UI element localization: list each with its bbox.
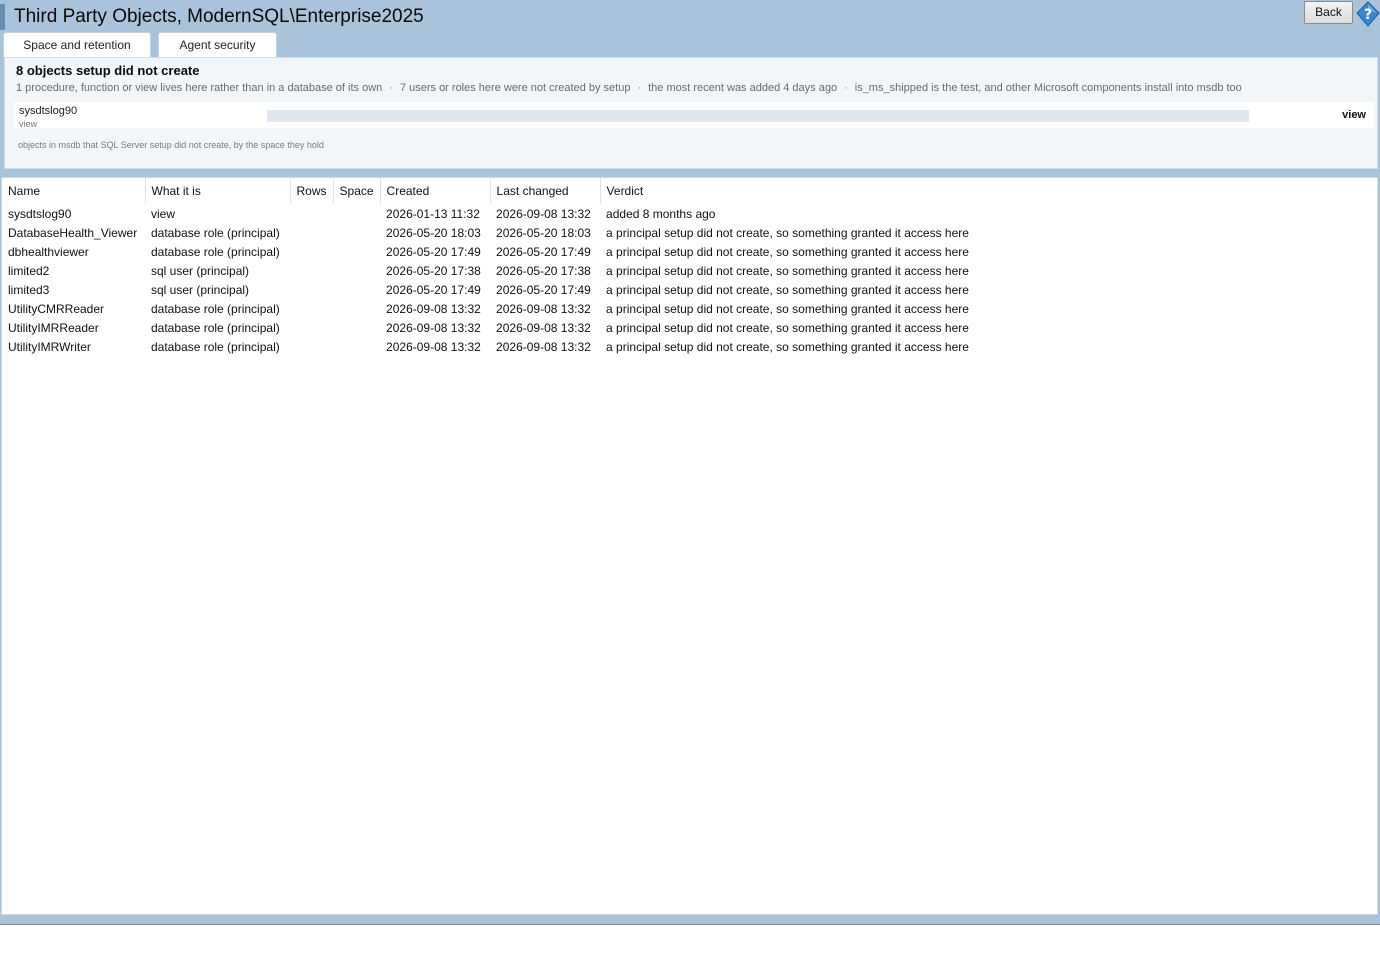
cell-name: limited3 bbox=[8, 282, 50, 297]
cell-created: 2026-05-20 18:03 bbox=[386, 225, 481, 240]
cell-verdict: a principal setup did not create, so som… bbox=[606, 339, 969, 354]
cell-what-it-is: database role (principal) bbox=[151, 301, 280, 316]
cell-last-changed: 2026-09-08 13:32 bbox=[496, 301, 591, 316]
column-header-last-changed[interactable]: Last changed bbox=[490, 178, 601, 204]
cell-rows bbox=[290, 242, 333, 261]
table-row[interactable]: UtilityIMRWriter database role (principal… bbox=[2, 337, 975, 356]
space-bar-type-tag: view bbox=[1342, 109, 1366, 121]
svg-text:?: ? bbox=[1364, 7, 1372, 23]
cell-what-it-is: database role (principal) bbox=[151, 320, 280, 335]
fact-separator: · bbox=[389, 82, 393, 94]
back-button[interactable]: Back bbox=[1304, 1, 1353, 24]
table-row[interactable]: sysdtslog90 view 2026-01-13 11:32 2026-09-0… bbox=[2, 204, 975, 223]
cell-what-it-is: database role (principal) bbox=[151, 244, 280, 259]
table-header-row: Name What it is Rows Space Created Last … bbox=[2, 178, 975, 204]
cell-created: 2026-05-20 17:49 bbox=[386, 282, 481, 297]
help-question-icon[interactable]: ? bbox=[1356, 1, 1380, 27]
cell-last-changed: 2026-09-08 13:32 bbox=[496, 339, 591, 354]
objects-table: Name What it is Rows Space Created Last … bbox=[2, 178, 975, 356]
summary-heading: 8 objects setup did not create bbox=[16, 63, 200, 78]
column-header-name[interactable]: Name bbox=[2, 178, 146, 204]
cell-name: dbhealthviewer bbox=[8, 244, 89, 259]
objects-grid: Name What it is Rows Space Created Last … bbox=[1, 177, 1378, 915]
space-bar-object-name: sysdtslog90 bbox=[19, 105, 78, 117]
space-bar-row[interactable]: sysdtslog90 view view bbox=[14, 102, 1374, 129]
space-bar-track bbox=[267, 110, 1249, 122]
cell-rows bbox=[290, 223, 333, 242]
cell-name: sysdtslog90 bbox=[8, 206, 72, 221]
cell-last-changed: 2026-05-20 17:38 bbox=[496, 263, 591, 278]
cell-created: 2026-09-08 13:32 bbox=[386, 301, 481, 316]
cell-verdict: a principal setup did not create, so som… bbox=[606, 263, 969, 278]
column-header-created[interactable]: Created bbox=[380, 178, 491, 204]
summary-facts: 1 procedure, function or view lives here… bbox=[16, 82, 1242, 94]
window-title: Third Party Objects, ModernSQL\Enterpris… bbox=[14, 6, 424, 27]
cell-rows bbox=[290, 280, 333, 299]
bottom-divider bbox=[0, 924, 1380, 925]
cell-what-it-is: database role (principal) bbox=[151, 339, 280, 354]
cell-last-changed: 2026-05-20 18:03 bbox=[496, 225, 591, 240]
title-accent-bar bbox=[0, 4, 5, 30]
cell-space bbox=[333, 261, 380, 280]
cell-verdict: a principal setup did not create, so som… bbox=[606, 225, 969, 240]
cell-last-changed: 2026-09-08 13:32 bbox=[496, 320, 591, 335]
table-row[interactable]: UtilityCMRReader database role (principal… bbox=[2, 299, 975, 318]
tab-agent-security[interactable]: Agent security bbox=[158, 32, 277, 57]
cell-verdict: added 8 months ago bbox=[606, 206, 716, 221]
column-header-space[interactable]: Space bbox=[333, 178, 381, 204]
table-row[interactable]: limited2 sql user (principal) 2026-05-20 1… bbox=[2, 261, 975, 280]
cell-what-it-is: sql user (principal) bbox=[151, 282, 250, 297]
cell-last-changed: 2026-05-20 17:49 bbox=[496, 244, 591, 259]
fact-most-recent: the most recent was added 4 days ago bbox=[648, 82, 838, 94]
cell-verdict: a principal setup did not create, so som… bbox=[606, 320, 969, 335]
cell-space bbox=[333, 242, 380, 261]
cell-name: UtilityIMRWriter bbox=[8, 339, 91, 354]
cell-created: 2026-09-08 13:32 bbox=[386, 320, 481, 335]
cell-space bbox=[333, 280, 380, 299]
cell-last-changed: 2026-05-20 17:49 bbox=[496, 282, 591, 297]
fact-separator: · bbox=[637, 82, 642, 94]
cell-space bbox=[333, 299, 380, 318]
fact-procedures: 1 procedure, function or view lives here… bbox=[16, 82, 383, 94]
fact-ms-shipped: is_ms_shipped is the test, and other Mic… bbox=[854, 82, 1242, 94]
cell-rows bbox=[290, 204, 333, 223]
cell-rows bbox=[290, 299, 333, 318]
table-row[interactable]: DatabaseHealth_Viewer database role (prin… bbox=[2, 223, 975, 242]
cell-created: 2026-05-20 17:49 bbox=[386, 244, 481, 259]
cell-name: DatabaseHealth_Viewer bbox=[8, 225, 138, 240]
table-row[interactable]: dbhealthviewer database role (principal) 2… bbox=[2, 242, 975, 261]
cell-name: UtilityCMRReader bbox=[8, 301, 105, 316]
cell-last-changed: 2026-09-08 13:32 bbox=[496, 206, 591, 221]
cell-what-it-is: sql user (principal) bbox=[151, 263, 250, 278]
cell-what-it-is: database role (principal) bbox=[151, 225, 280, 240]
space-bar-object-kind: view bbox=[19, 119, 38, 129]
fact-principals: 7 users or roles here were not created b… bbox=[399, 82, 631, 94]
column-header-verdict[interactable]: Verdict bbox=[600, 178, 975, 204]
cell-created: 2026-01-13 11:32 bbox=[386, 206, 480, 221]
cell-rows bbox=[290, 337, 333, 356]
cell-verdict: a principal setup did not create, so som… bbox=[606, 282, 969, 297]
fact-separator: · bbox=[844, 82, 848, 94]
space-bar-caption: objects in msdb that SQL Server setup di… bbox=[18, 140, 324, 150]
objects-table-body: sysdtslog90 view 2026-01-13 11:32 2026-09-0… bbox=[2, 204, 975, 356]
column-header-what-it-is[interactable]: What it is bbox=[145, 178, 291, 204]
cell-rows bbox=[290, 318, 333, 337]
cell-space bbox=[333, 204, 380, 223]
cell-name: limited2 bbox=[8, 263, 50, 278]
table-row[interactable]: limited3 sql user (principal) 2026-05-20 1… bbox=[2, 280, 975, 299]
cell-created: 2026-09-08 13:32 bbox=[386, 339, 481, 354]
cell-space bbox=[333, 337, 380, 356]
table-row[interactable]: UtilityIMRReader database role (principal… bbox=[2, 318, 975, 337]
cell-verdict: a principal setup did not create, so som… bbox=[606, 301, 969, 316]
cell-space bbox=[333, 223, 380, 242]
column-header-rows[interactable]: Rows bbox=[290, 178, 334, 204]
cell-what-it-is: view bbox=[151, 206, 176, 221]
cell-verdict: a principal setup did not create, so som… bbox=[606, 244, 969, 259]
summary-panel: 8 objects setup did not create 1 procedu… bbox=[4, 57, 1378, 169]
cell-rows bbox=[290, 261, 333, 280]
cell-name: UtilityIMRReader bbox=[8, 320, 99, 335]
cell-created: 2026-05-20 17:38 bbox=[386, 263, 481, 278]
tab-space-and-retention[interactable]: Space and retention bbox=[3, 32, 151, 57]
cell-space bbox=[333, 318, 380, 337]
